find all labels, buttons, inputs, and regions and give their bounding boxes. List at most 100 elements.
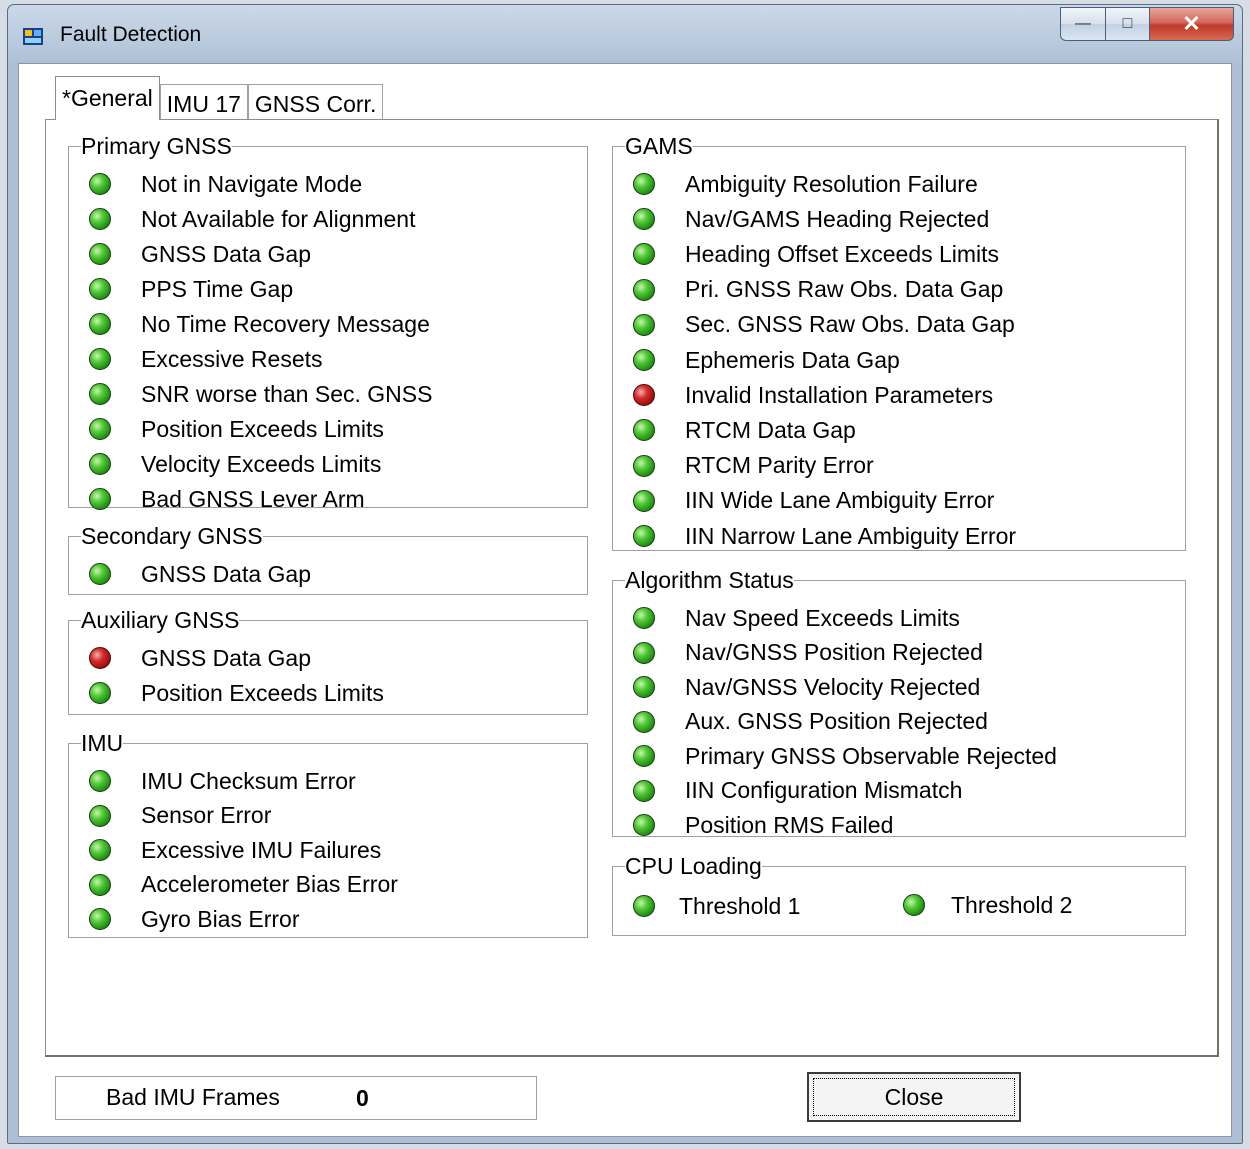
- status-led-icon: [89, 313, 111, 335]
- status-row: RTCM Parity Error: [613, 451, 874, 481]
- tab-general[interactable]: *General: [55, 76, 160, 120]
- status-row: IIN Configuration Mismatch: [613, 776, 962, 806]
- status-label: Position Exceeds Limits: [141, 415, 384, 442]
- status-row: Ephemeris Data Gap: [613, 345, 900, 375]
- status-label: IIN Narrow Lane Ambiguity Error: [685, 522, 1017, 549]
- status-led-icon: [633, 208, 655, 231]
- status-led-icon: [633, 243, 655, 266]
- tab-imu-17[interactable]: IMU 17: [159, 84, 248, 120]
- status-label: Not Available for Alignment: [141, 205, 416, 232]
- status-led-icon: [89, 488, 111, 510]
- group-auxiliary-gnss: Auxiliary GNSS GNSS Data Gap Position Exc…: [68, 609, 588, 715]
- status-label: Pri. GNSS Raw Obs. Data Gap: [685, 276, 1004, 303]
- status-led-icon: [89, 418, 111, 440]
- group-label: Secondary GNSS: [81, 523, 263, 549]
- status-label: Sec. GNSS Raw Obs. Data Gap: [685, 311, 1015, 338]
- status-led-icon: [633, 349, 655, 371]
- status-label: RTCM Parity Error: [685, 452, 874, 479]
- status-label: IIN Configuration Mismatch: [685, 777, 963, 803]
- status-row: Nav/GNSS Velocity Rejected: [613, 672, 980, 702]
- status-led-icon: [633, 525, 655, 547]
- status-led-icon: [89, 348, 111, 370]
- status-row: Gyro Bias Error: [69, 904, 299, 934]
- status-label: Nav/GNSS Position Rejected: [685, 639, 983, 665]
- status-led-icon: [633, 454, 655, 477]
- status-label: GNSS Data Gap: [141, 644, 312, 671]
- close-window-button[interactable]: ✕: [1150, 7, 1234, 41]
- group-label: CPU Loading: [625, 853, 762, 879]
- status-row: Bad GNSS Lever Arm: [69, 484, 365, 514]
- status-led-icon: [633, 779, 655, 802]
- general-tab-panel: Primary GNSS Not in Navigate Mode Not Ava…: [45, 119, 1219, 1057]
- status-label: PPS Time Gap: [141, 275, 294, 302]
- status-label: Invalid Installation Parameters: [685, 381, 994, 408]
- caption-buttons: — □ ✕: [1060, 7, 1234, 43]
- group-secondary-gnss: Secondary GNSS GNSS Data Gap: [68, 525, 588, 595]
- status-label: SNR worse than Sec. GNSS: [141, 380, 433, 407]
- status-label: Not in Navigate Mode: [141, 170, 363, 197]
- status-row: Not Available for Alignment: [69, 204, 415, 234]
- status-label: Accelerometer Bias Error: [141, 871, 398, 897]
- status-label: Nav/GNSS Velocity Rejected: [685, 673, 981, 700]
- close-button[interactable]: Close: [807, 1072, 1021, 1122]
- fault-detection-window: Fault Detection — □ ✕ *General IMU 17 GN…: [7, 4, 1243, 1144]
- status-row: Position Exceeds Limits: [69, 678, 384, 708]
- status-row: Nav/GAMS Heading Rejected: [613, 204, 989, 234]
- maximize-button[interactable]: □: [1106, 7, 1150, 41]
- status-led-icon: [89, 873, 111, 896]
- status-row: PPS Time Gap: [69, 274, 293, 304]
- cpu-threshold-label: Threshold 2: [951, 891, 1073, 918]
- status-label: Primary GNSS Observable Rejected: [685, 742, 1057, 769]
- title-bar[interactable]: Fault Detection — □ ✕: [8, 5, 1242, 63]
- status-label: GNSS Data Gap: [141, 560, 312, 587]
- group-label: Algorithm Status: [625, 567, 794, 593]
- status-label: Excessive Resets: [141, 345, 323, 372]
- status-row: Excessive Resets: [69, 344, 323, 374]
- status-led-icon: [89, 770, 111, 792]
- status-row: Sec. GNSS Raw Obs. Data Gap: [613, 310, 1015, 340]
- status-label: RTCM Data Gap: [685, 416, 856, 443]
- status-row: Ambiguity Resolution Failure: [613, 169, 978, 199]
- status-label: Ambiguity Resolution Failure: [685, 170, 978, 197]
- group-primary-gnss: Primary GNSS Not in Navigate Mode Not Ava…: [68, 133, 588, 512]
- status-led-icon: [633, 419, 655, 442]
- group-label: Primary GNSS: [81, 133, 232, 159]
- group-label: Auxiliary GNSS: [81, 607, 240, 633]
- status-row: No Time Recovery Message: [69, 309, 430, 339]
- status-led-icon: [89, 208, 111, 230]
- status-row: RTCM Data Gap: [613, 415, 856, 445]
- status-row: Sensor Error: [69, 801, 271, 831]
- status-led-icon: [89, 563, 111, 585]
- status-row: Velocity Exceeds Limits: [69, 449, 381, 479]
- group-gams: GAMS Ambiguity Resolution Failure Nav/GAM…: [612, 135, 1186, 551]
- tab-gnss-corr[interactable]: GNSS Corr.: [247, 84, 384, 120]
- status-label: Heading Offset Exceeds Limits: [685, 240, 1000, 267]
- status-label: Aux. GNSS Position Rejected: [685, 708, 988, 734]
- status-row: Aux. GNSS Position Rejected: [613, 707, 988, 737]
- bad-imu-frames-value: 0: [356, 1085, 369, 1111]
- status-label: Ephemeris Data Gap: [685, 346, 900, 373]
- status-row: Position RMS Failed: [613, 810, 893, 840]
- status-label: Nav/GAMS Heading Rejected: [685, 205, 990, 232]
- tab-strip: *General IMU 17 GNSS Corr.: [55, 76, 384, 120]
- status-row: Position Exceeds Limits: [69, 414, 384, 444]
- status-led-icon: [903, 894, 925, 916]
- status-led-icon: [89, 682, 111, 704]
- status-led-icon: [89, 647, 111, 669]
- status-row: GNSS Data Gap: [69, 559, 311, 589]
- close-icon: ✕: [1182, 11, 1201, 36]
- status-row: IMU Checksum Error: [69, 766, 356, 796]
- cpu-threshold-1: Threshold 1: [613, 891, 800, 921]
- status-label: Sensor Error: [141, 802, 272, 828]
- status-label: IIN Wide Lane Ambiguity Error: [685, 487, 995, 514]
- status-led-icon: [89, 839, 111, 861]
- group-imu: IMU IMU Checksum Error Sensor Error Excess…: [68, 732, 588, 938]
- status-led-icon: [633, 489, 655, 512]
- status-row: GNSS Data Gap: [69, 239, 311, 269]
- bad-imu-frames-label: Bad IMU Frames: [106, 1084, 280, 1110]
- status-led-icon: [633, 745, 655, 767]
- status-led-icon: [633, 173, 655, 195]
- status-led-icon: [89, 453, 111, 475]
- minimize-button[interactable]: —: [1060, 7, 1106, 41]
- group-cpu-loading: CPU Loading Threshold 1 Threshold 2: [612, 855, 1186, 936]
